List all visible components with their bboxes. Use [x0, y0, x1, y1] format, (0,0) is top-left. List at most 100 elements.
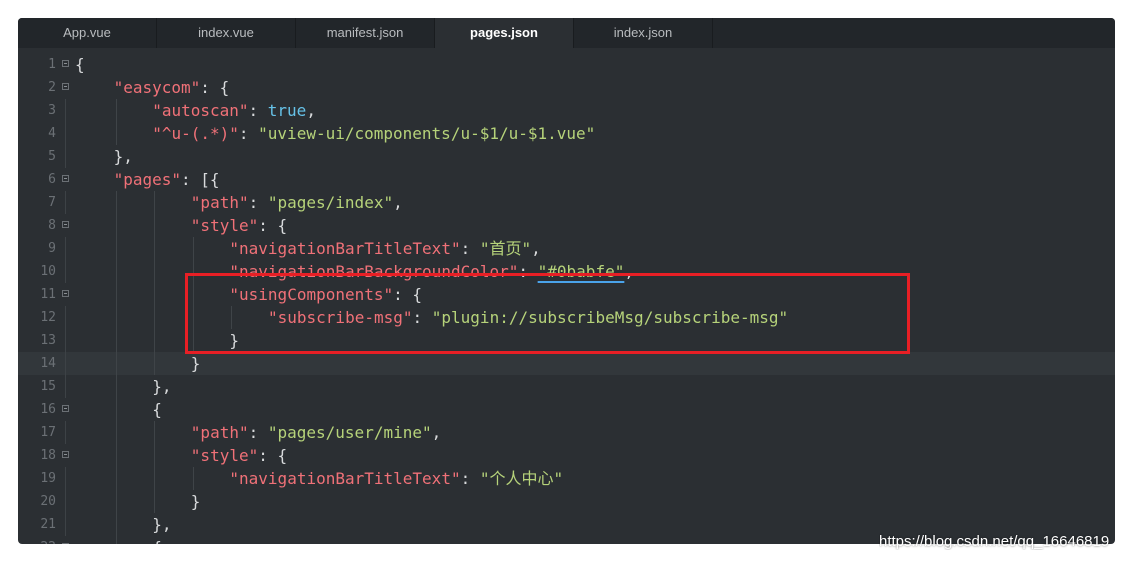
- fold-guide: [65, 260, 66, 283]
- code-text: }: [191, 490, 201, 513]
- code-token: "个人中心": [479, 469, 564, 488]
- line-number: 11: [40, 287, 56, 302]
- code-token: "^u-(.*)": [152, 124, 239, 143]
- indent-guide: [154, 191, 156, 214]
- code-line[interactable]: 5},: [18, 145, 1115, 168]
- code-token: ,: [306, 101, 316, 120]
- code-line[interactable]: 16 {: [18, 398, 1115, 421]
- indent-guide: [115, 329, 117, 352]
- code-token: :: [460, 239, 480, 258]
- indent-guide: [154, 421, 156, 444]
- indent-guide: [154, 352, 156, 375]
- code-line[interactable]: 11 "usingComponents": {: [18, 283, 1115, 306]
- fold-toggle-icon[interactable]: [62, 175, 69, 182]
- code-text: "pages": [{: [114, 168, 220, 191]
- code-line[interactable]: 6 "pages": [{: [18, 168, 1115, 191]
- code-text: },: [114, 145, 133, 168]
- code-line[interactable]: 1{: [18, 53, 1115, 76]
- code-token: :: [518, 262, 538, 281]
- watermark: https://blog.csdn.net/qq_16646819: [879, 533, 1110, 550]
- fold-toggle-icon[interactable]: [62, 83, 69, 90]
- fold-guide: [65, 352, 66, 375]
- code-line[interactable]: 19 "navigationBarTitleText": "个人中心": [18, 467, 1115, 490]
- code-text: "subscribe-msg": "plugin://subscribeMsg/…: [268, 306, 788, 329]
- code-token: "plugin://subscribeMsg/subscribe-msg": [431, 308, 789, 327]
- line-number: 16: [40, 402, 56, 417]
- indent-guide: [115, 237, 117, 260]
- code-line[interactable]: 10 "navigationBarBackgroundColor": "#0bab…: [18, 260, 1115, 283]
- indent-guide: [115, 283, 117, 306]
- fold-toggle-icon[interactable]: [62, 451, 69, 458]
- tab-index-json[interactable]: index.json: [574, 18, 713, 48]
- code-token: "style": [190, 216, 259, 235]
- code-token: "path": [190, 423, 249, 442]
- code-token: ,: [393, 193, 403, 212]
- fold-toggle-icon[interactable]: [62, 221, 69, 228]
- fold-guide: [65, 191, 66, 214]
- code-text: }: [229, 329, 239, 352]
- code-token: :: [248, 423, 268, 442]
- code-line[interactable]: 12 "subscribe-msg": "plugin://subscribeMs…: [18, 306, 1115, 329]
- code-line[interactable]: 9 "navigationBarTitleText": "首页",: [18, 237, 1115, 260]
- indent-guide: [115, 398, 117, 421]
- code-editor[interactable]: 1{2 "easycom": {3 "autoscan": true, 4 "^u-(.…: [18, 48, 1115, 544]
- code-line[interactable]: 14}: [18, 352, 1115, 375]
- indent-guide: [115, 375, 117, 398]
- indent-guide: [115, 490, 117, 513]
- line-number: 8: [48, 218, 56, 233]
- indent-guide: [115, 467, 117, 490]
- code-token: }: [190, 354, 201, 373]
- fold-toggle-icon[interactable]: [62, 543, 69, 544]
- fold-guide: [65, 490, 66, 513]
- code-token: }: [190, 492, 201, 511]
- code-line[interactable]: 7 "path": "pages/index",: [18, 191, 1115, 214]
- code-text: {: [152, 536, 162, 544]
- tab-manifest-json[interactable]: manifest.json: [296, 18, 435, 48]
- code-text: "navigationBarBackgroundColor": "#0babfe…: [229, 260, 634, 283]
- code-text: "easycom": {: [114, 76, 230, 99]
- indent-guide: [115, 122, 117, 145]
- fold-toggle-icon[interactable]: [62, 405, 69, 412]
- line-number: 9: [48, 241, 56, 256]
- code-token: : [{: [181, 170, 220, 189]
- fold-toggle-icon[interactable]: [62, 60, 69, 67]
- indent-guide: [115, 352, 117, 375]
- tab-pages-json[interactable]: pages.json: [435, 18, 574, 48]
- code-line[interactable]: 4 "^u-(.*)": "uview-ui/components/u-$1/u-…: [18, 122, 1115, 145]
- code-token: :: [238, 124, 259, 143]
- code-token: }: [229, 331, 240, 350]
- code-text: "^u-(.*)": "uview-ui/components/u-$1/u-$…: [152, 122, 595, 145]
- indent-guide: [154, 444, 156, 467]
- fold-toggle-icon[interactable]: [62, 290, 69, 297]
- indent-guide: [154, 237, 156, 260]
- code-token: "pages": [113, 170, 182, 189]
- line-number: 5: [48, 149, 56, 164]
- tab-app-vue[interactable]: App.vue: [18, 18, 157, 48]
- indent-guide: [115, 421, 117, 444]
- editor-window: App.vue index.vue manifest.json pages.json i…: [18, 18, 1115, 544]
- code-line[interactable]: 20}: [18, 490, 1115, 513]
- indent-guide: [115, 536, 117, 544]
- tab-index-vue[interactable]: index.vue: [157, 18, 296, 48]
- code-token: {: [152, 538, 162, 544]
- fold-guide: [65, 467, 66, 490]
- code-line[interactable]: 2 "easycom": {: [18, 76, 1115, 99]
- code-token: "subscribe-msg": [268, 308, 413, 327]
- line-number: 21: [40, 517, 56, 532]
- code-line[interactable]: 15},: [18, 375, 1115, 398]
- code-line[interactable]: 17 "path": "pages/user/mine",: [18, 421, 1115, 444]
- line-number: 1: [48, 57, 56, 72]
- code-line[interactable]: 3 "autoscan": true,: [18, 99, 1115, 122]
- indent-guide: [192, 260, 194, 283]
- code-line[interactable]: 18 "style": {: [18, 444, 1115, 467]
- code-text: "path": "pages/index",: [191, 191, 403, 214]
- code-token: ,: [431, 423, 442, 442]
- code-line[interactable]: 13}: [18, 329, 1115, 352]
- code-token: : {: [393, 285, 423, 304]
- line-number: 22: [18, 536, 56, 544]
- fold-guide: [65, 99, 66, 122]
- code-text: "path": "pages/user/mine",: [191, 421, 441, 444]
- code-text: {: [75, 53, 85, 76]
- code-line[interactable]: 8 "style": {: [18, 214, 1115, 237]
- line-number: 15: [40, 379, 56, 394]
